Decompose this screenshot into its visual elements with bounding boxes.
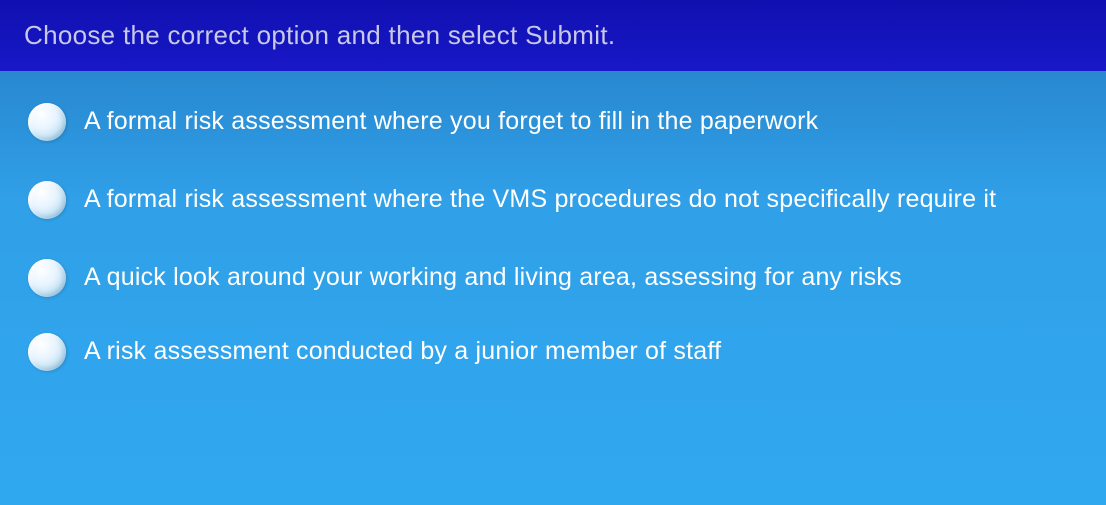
radio-icon[interactable] [28, 103, 66, 141]
radio-icon[interactable] [28, 333, 66, 371]
instruction-header: Choose the correct option and then selec… [0, 0, 1106, 71]
option-label: A risk assessment conducted by a junior … [84, 336, 721, 367]
radio-icon[interactable] [28, 181, 66, 219]
radio-icon[interactable] [28, 259, 66, 297]
option-row-2[interactable]: A formal risk assessment where the VMS p… [28, 181, 1078, 219]
option-label: A quick look around your working and liv… [84, 262, 902, 293]
option-row-4[interactable]: A risk assessment conducted by a junior … [28, 333, 1078, 371]
option-row-3[interactable]: A quick look around your working and liv… [28, 259, 1078, 297]
option-label: A formal risk assessment where you forge… [84, 106, 818, 137]
option-label: A formal risk assessment where the VMS p… [84, 184, 996, 215]
instruction-text: Choose the correct option and then selec… [24, 20, 615, 50]
option-row-1[interactable]: A formal risk assessment where you forge… [28, 103, 1078, 141]
options-panel: A formal risk assessment where you forge… [0, 71, 1106, 505]
